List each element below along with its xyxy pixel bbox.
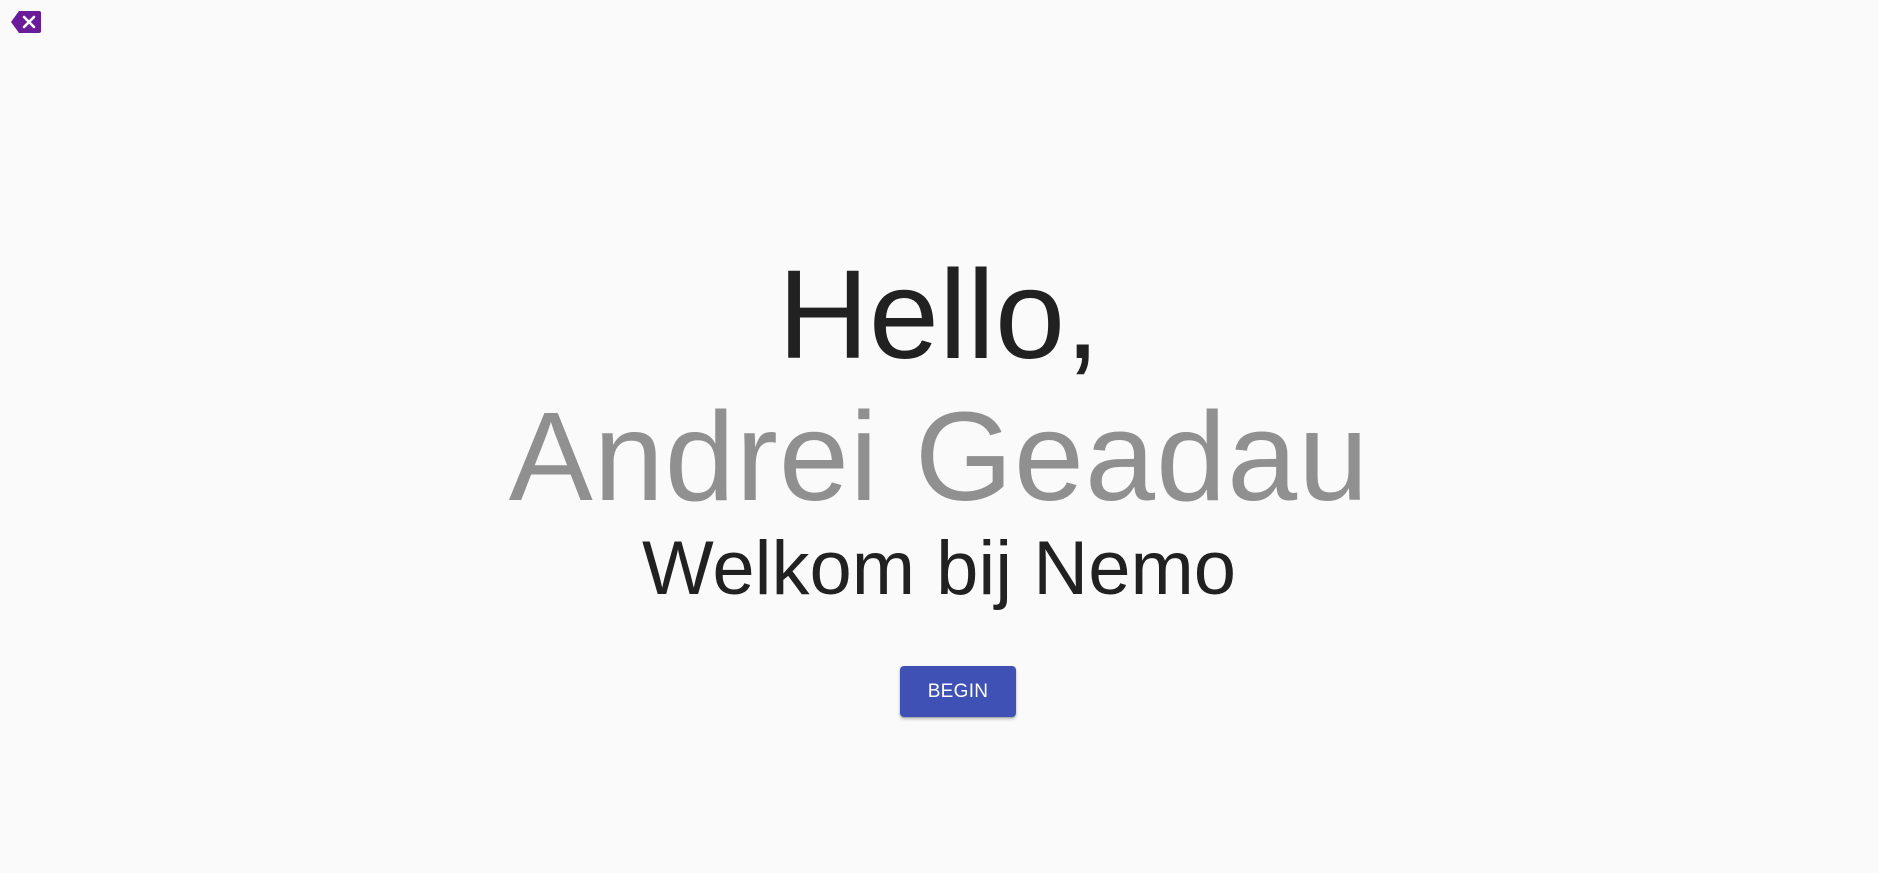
begin-button[interactable]: BEGIN [900, 666, 1016, 717]
hello-heading: Hello, [777, 244, 1101, 385]
backspace-close-icon[interactable] [10, 10, 42, 34]
welcome-screen: Hello, Andrei Geadau Welkom bij Nemo BEG… [0, 0, 1878, 873]
welcome-message: Welkom bij Nemo [641, 526, 1237, 611]
user-name: Andrei Geadau [508, 386, 1370, 527]
